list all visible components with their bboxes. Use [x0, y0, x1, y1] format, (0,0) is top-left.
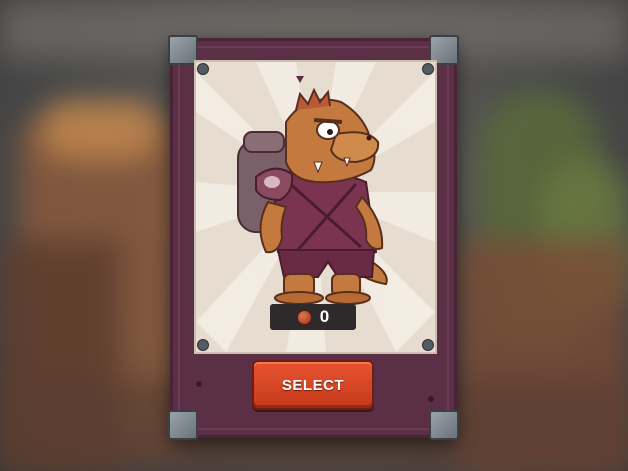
- corner-bracket-icon: [168, 410, 198, 440]
- cost-value: 0: [319, 307, 330, 326]
- decorative-dot: [196, 381, 202, 387]
- character-card: 0 SELECT: [168, 35, 459, 440]
- rivet-icon: [422, 339, 434, 351]
- select-button[interactable]: SELECT: [252, 360, 374, 410]
- rivet-icon: [422, 63, 434, 75]
- background-roof-left: [40, 100, 160, 160]
- corner-bracket-icon: [429, 410, 459, 440]
- cost-badge: 0: [270, 304, 356, 330]
- decorative-dot: [428, 396, 434, 402]
- rivet-icon: [197, 339, 209, 351]
- rivet-icon: [197, 63, 209, 75]
- coin-icon: [296, 309, 312, 325]
- pin-icon: [296, 76, 304, 83]
